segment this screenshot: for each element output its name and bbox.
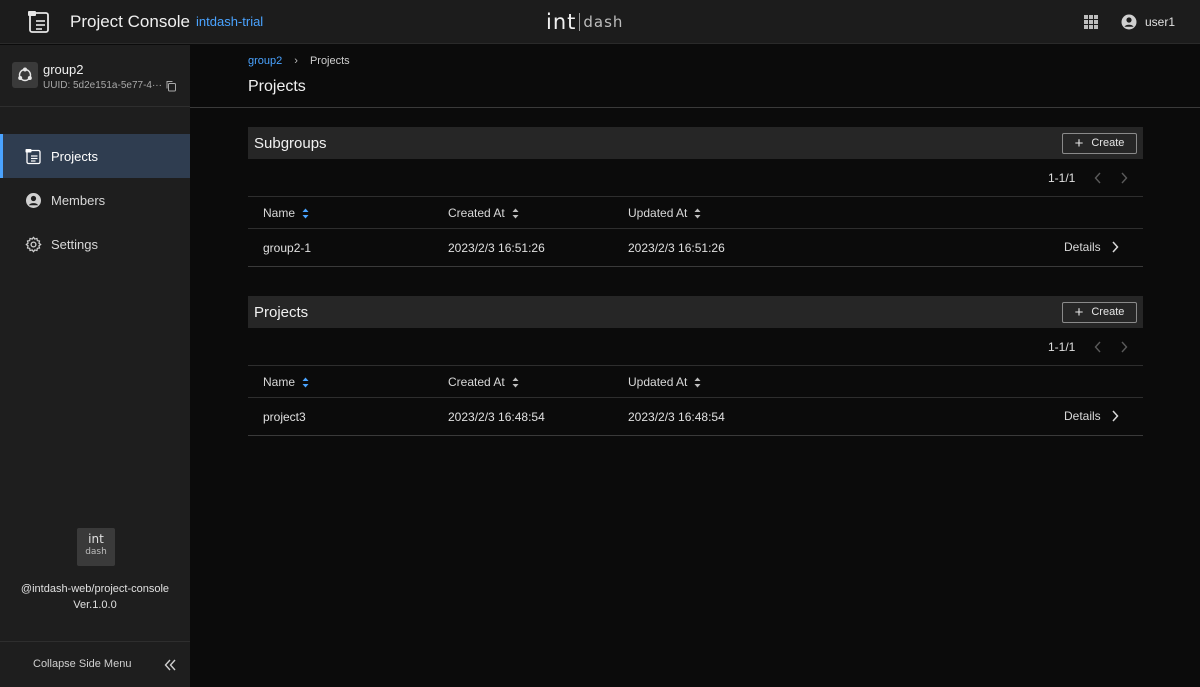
table-row[interactable]: project3 2023/2/3 16:48:54 2023/2/3 16:4… xyxy=(248,398,1143,436)
subgroups-panel: Subgroups + Create 1-1/1 Name Created At … xyxy=(248,127,1143,267)
column-name[interactable]: Name xyxy=(263,206,309,220)
sidebar-item-label: Members xyxy=(51,192,106,208)
sidebar-item-label: Settings xyxy=(51,236,98,252)
pager-range: 1-1/1 xyxy=(1048,340,1076,354)
plus-icon: + xyxy=(1074,303,1084,321)
column-updated-at[interactable]: Updated At xyxy=(628,206,701,220)
sort-icon xyxy=(512,208,519,218)
sidebar-item-settings[interactable]: Settings xyxy=(0,222,190,266)
row-updated-at: 2023/2/3 16:51:26 xyxy=(628,241,725,255)
sort-icon xyxy=(512,377,519,387)
projects-table-header: Name Created At Updated At xyxy=(248,366,1143,398)
org-name-link[interactable]: intdash-trial xyxy=(196,14,263,29)
breadcrumb-separator: › xyxy=(294,55,298,67)
row-name: project3 xyxy=(263,410,306,424)
sidebar-item-projects[interactable]: Projects xyxy=(0,134,190,178)
sort-icon xyxy=(694,377,701,387)
column-created-at[interactable]: Created At xyxy=(448,375,519,389)
column-label: Name xyxy=(263,206,296,220)
brand-separator xyxy=(579,13,581,31)
side-logo-int: int xyxy=(88,532,104,546)
collapse-side-menu-button[interactable]: Collapse Side Menu xyxy=(33,658,131,670)
column-label: Updated At xyxy=(628,206,688,220)
sidebar-item-members[interactable]: Members xyxy=(0,178,190,222)
intdash-logo: int dash xyxy=(546,10,623,34)
column-label: Created At xyxy=(448,375,505,389)
row-name: group2-1 xyxy=(263,241,312,255)
side-menu: group2 UUID: 5d2e151a-5e77-4··· Projects xyxy=(0,45,190,687)
subgroups-panel-header: Subgroups + Create xyxy=(248,127,1143,159)
title-divider xyxy=(190,107,1200,108)
create-project-button[interactable]: + Create xyxy=(1062,301,1137,323)
package-version: Ver.1.0.0 xyxy=(73,599,117,611)
group-avatar xyxy=(12,62,38,88)
chevron-right-icon[interactable] xyxy=(1119,171,1129,185)
chevron-left-icon[interactable] xyxy=(1093,171,1103,185)
row-created-at: 2023/2/3 16:51:26 xyxy=(448,241,545,255)
current-group: group2 UUID: 5d2e151a-5e77-4··· xyxy=(12,62,190,102)
brand-int: int xyxy=(546,10,577,34)
brand-dash: dash xyxy=(583,13,624,31)
column-label: Updated At xyxy=(628,375,688,389)
group-icon xyxy=(18,67,32,82)
column-name[interactable]: Name xyxy=(263,375,309,389)
chevron-right-icon xyxy=(1112,241,1119,253)
column-label: Created At xyxy=(448,206,505,220)
row-updated-at: 2023/2/3 16:48:54 xyxy=(628,410,725,424)
package-name: @intdash-web/project-console xyxy=(20,583,170,595)
chevron-left-icon[interactable] xyxy=(1093,340,1103,354)
projects-pager: 1-1/1 xyxy=(248,328,1143,366)
projects-title: Projects xyxy=(254,303,309,321)
projects-icon xyxy=(25,148,41,164)
app-title: Project Console xyxy=(70,12,191,31)
group-name: group2 xyxy=(43,62,84,77)
breadcrumb-current: Projects xyxy=(309,55,350,67)
breadcrumb: group2 › Projects xyxy=(248,55,350,67)
gear-icon xyxy=(25,236,42,252)
projects-panel-header: Projects + Create xyxy=(248,296,1143,328)
page-title: Projects xyxy=(248,78,306,95)
sidebar-divider xyxy=(0,106,190,107)
row-created-at: 2023/2/3 16:48:54 xyxy=(448,410,545,424)
subgroups-title: Subgroups xyxy=(254,134,327,152)
column-created-at[interactable]: Created At xyxy=(448,206,519,220)
copy-icon[interactable] xyxy=(165,80,177,92)
sort-icon xyxy=(302,208,309,218)
subgroups-table-header: Name Created At Updated At xyxy=(248,197,1143,229)
user-name[interactable]: user1 xyxy=(1145,15,1175,29)
top-header: Project Console intdash-trial int dash us… xyxy=(0,0,1200,44)
group-uuid: UUID: 5d2e151a-5e77-4··· xyxy=(43,80,162,91)
column-updated-at[interactable]: Updated At xyxy=(628,375,701,389)
sidebar-item-label: Projects xyxy=(51,148,98,164)
details-link[interactable]: Details xyxy=(1064,240,1119,254)
chevron-right-icon[interactable] xyxy=(1119,340,1129,354)
subgroups-pager: 1-1/1 xyxy=(248,159,1143,197)
collapse-divider xyxy=(0,641,190,642)
sort-icon xyxy=(302,377,309,387)
sort-icon xyxy=(694,208,701,218)
create-subgroup-button[interactable]: + Create xyxy=(1062,132,1137,154)
side-nav: Projects Members Settings xyxy=(0,134,190,266)
details-link[interactable]: Details xyxy=(1064,409,1119,423)
plus-icon: + xyxy=(1074,134,1084,152)
chevron-right-icon xyxy=(1112,410,1119,422)
double-chevron-left-icon[interactable] xyxy=(163,658,177,672)
members-icon xyxy=(26,192,41,208)
details-label: Details xyxy=(1064,240,1101,254)
apps-grid-icon[interactable] xyxy=(1084,15,1098,29)
details-label: Details xyxy=(1064,409,1101,423)
user-avatar-icon[interactable] xyxy=(1121,14,1137,30)
create-label: Create xyxy=(1091,137,1125,149)
breadcrumb-parent-link[interactable]: group2 xyxy=(248,55,282,67)
create-label: Create xyxy=(1091,306,1125,318)
column-label: Name xyxy=(263,375,296,389)
side-logo-dash: dash xyxy=(85,547,107,557)
pager-range: 1-1/1 xyxy=(1048,171,1076,185)
projects-panel: Projects + Create 1-1/1 Name Created At U… xyxy=(248,296,1143,436)
app-console-icon[interactable] xyxy=(28,10,52,34)
table-row[interactable]: group2-1 2023/2/3 16:51:26 2023/2/3 16:5… xyxy=(248,229,1143,267)
intdash-side-logo: int dash xyxy=(77,528,115,566)
